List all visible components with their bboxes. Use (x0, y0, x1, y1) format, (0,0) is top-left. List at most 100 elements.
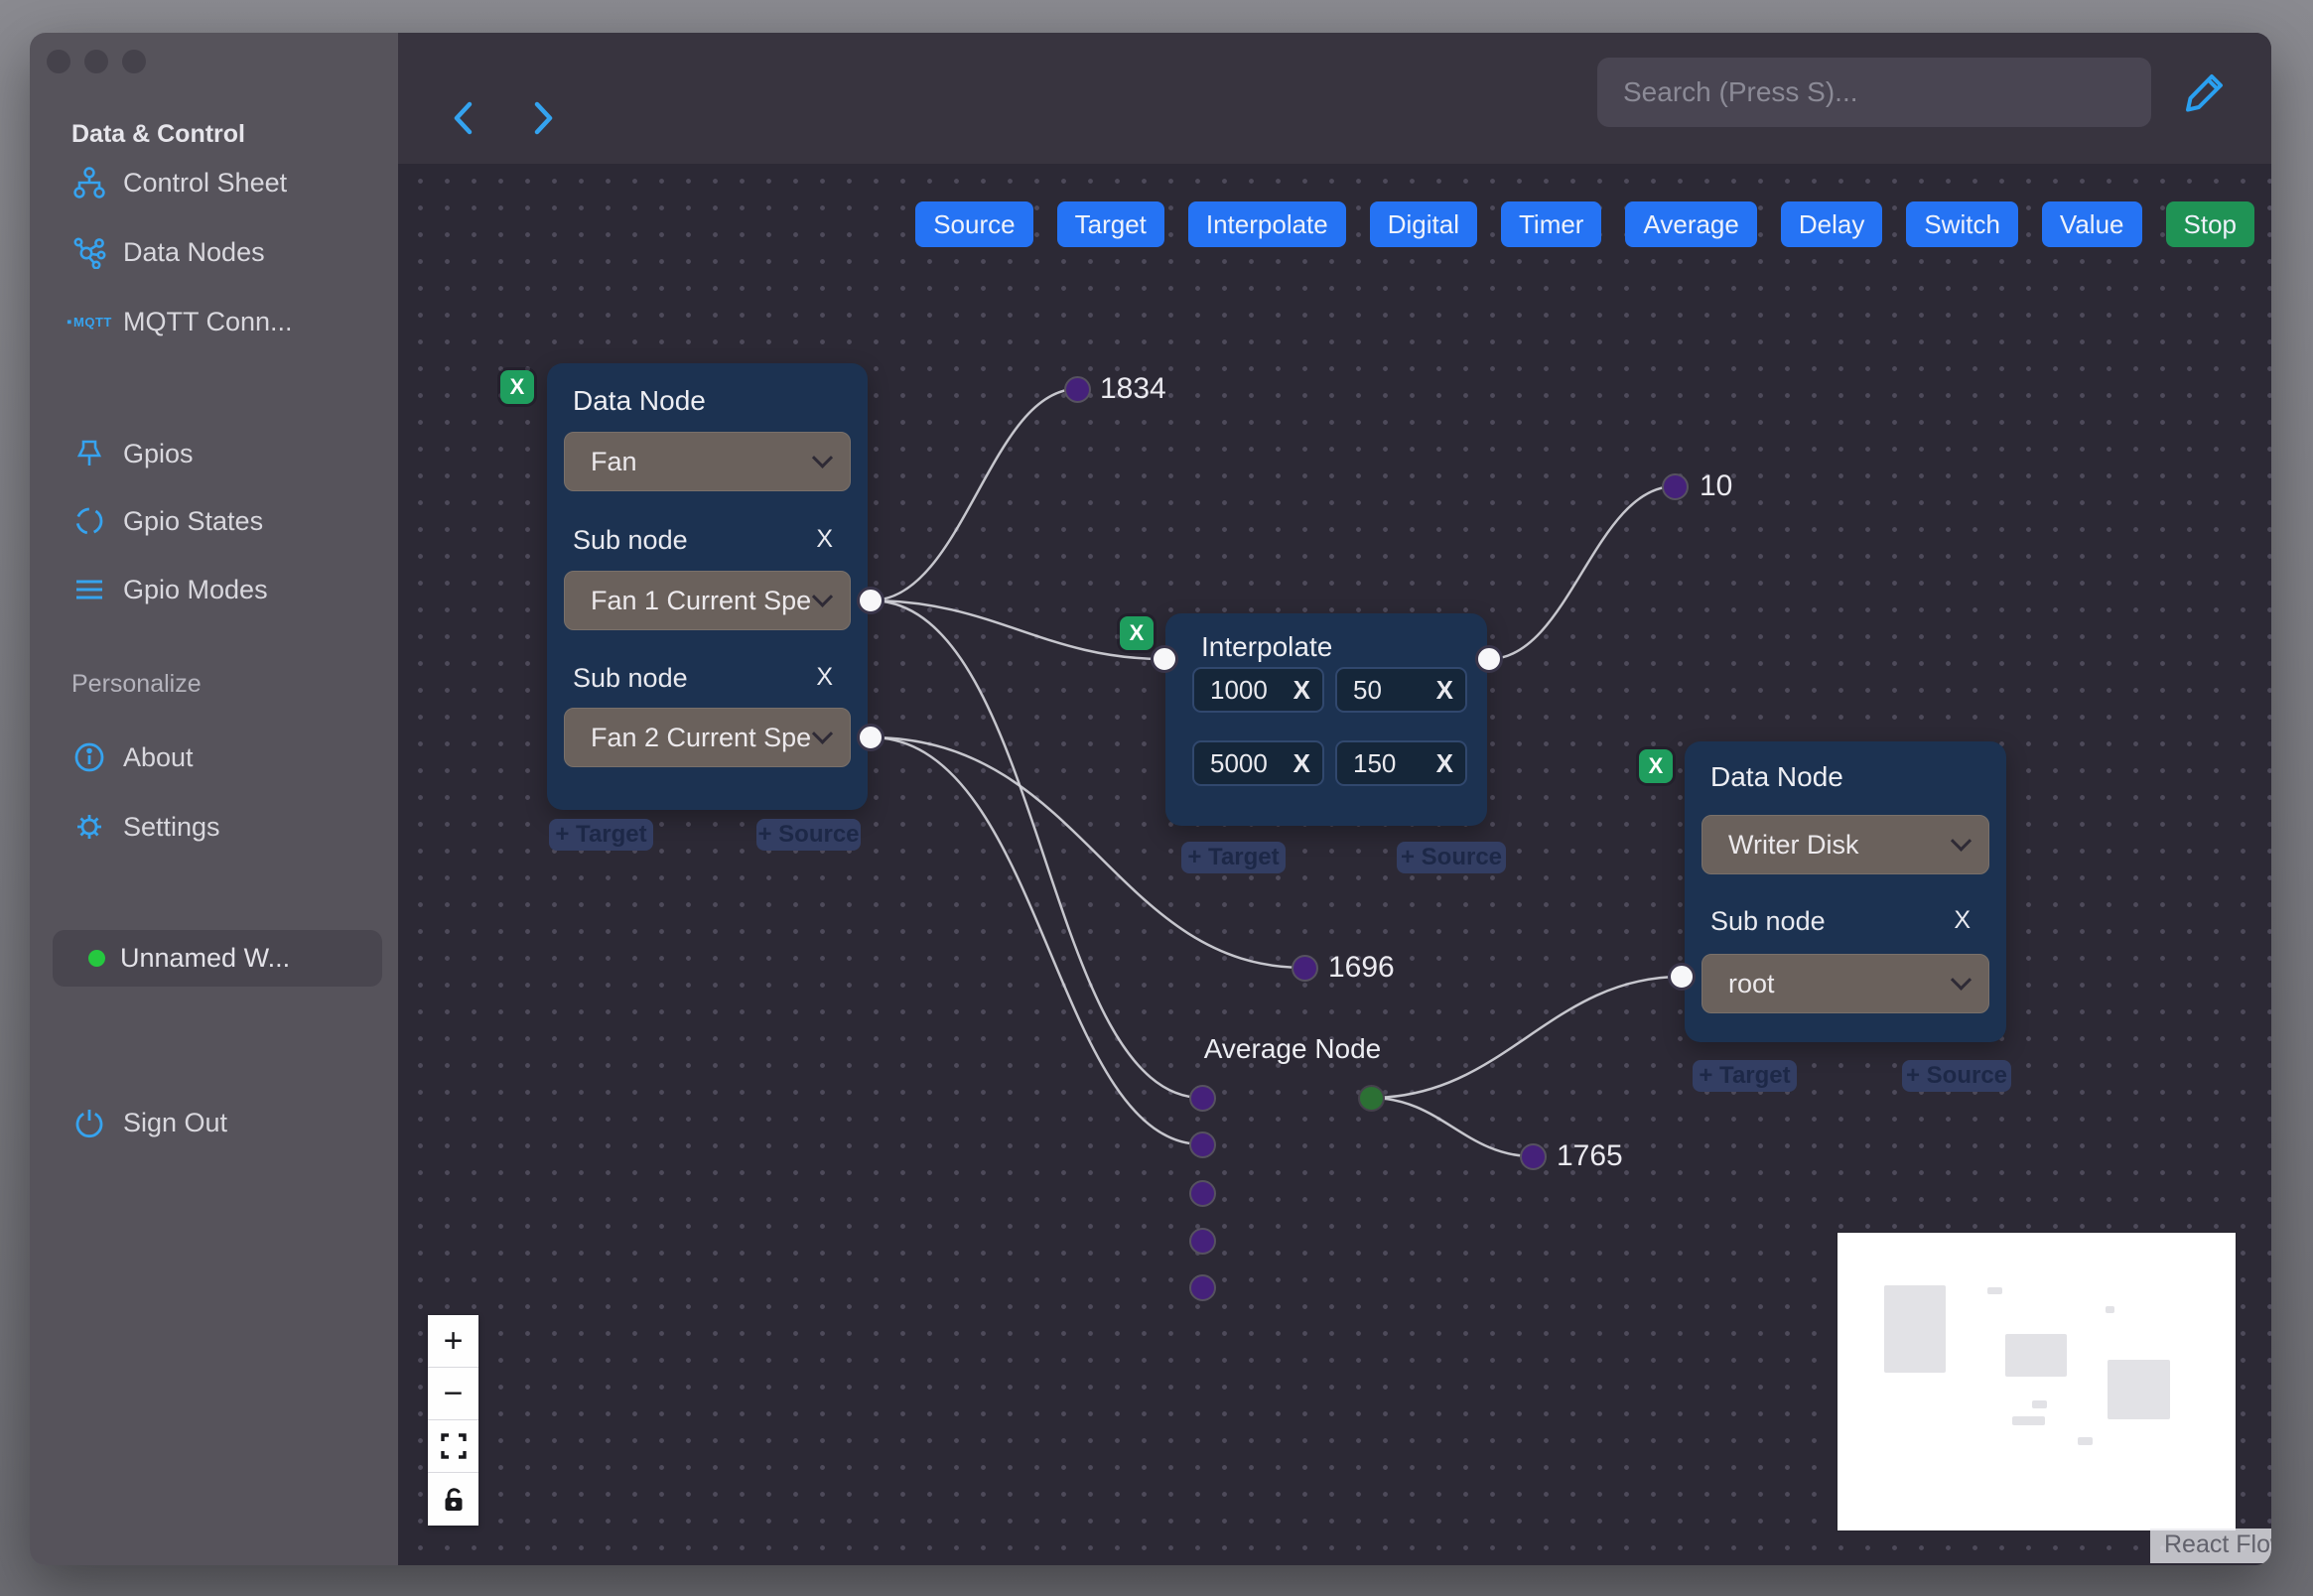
delete-node-button[interactable]: X (1120, 616, 1154, 650)
data-nodes-icon (71, 234, 107, 270)
fan-sub-node-1-select[interactable]: Fan 1 Current Spe (564, 571, 851, 630)
chevron-down-icon (1950, 969, 1973, 991)
chevron-down-icon (811, 586, 834, 607)
interpolate-field[interactable]: 1000 X (1192, 667, 1324, 713)
zoom-out-button[interactable]: − (428, 1368, 478, 1420)
remove-sub-node-button[interactable]: X (1954, 906, 1971, 937)
fan-sub-node-2-select[interactable]: Fan 2 Current Spe (564, 708, 851, 767)
interpolate-field[interactable]: 150 X (1335, 740, 1467, 786)
edge[interactable] (1370, 975, 1683, 1100)
remove-value-button[interactable]: X (1293, 675, 1310, 706)
edge[interactable] (1488, 484, 1676, 661)
sub-node-row: Sub node X (573, 663, 833, 694)
chevron-down-icon (811, 447, 834, 468)
target-handle[interactable] (1189, 1180, 1216, 1207)
zoom-in-button[interactable]: + (428, 1315, 478, 1368)
value-dot[interactable] (1292, 955, 1318, 982)
add-target-badge[interactable]: + Target (1181, 842, 1286, 873)
add-source-badge[interactable]: + Source (1902, 1060, 2011, 1092)
palette-button-source[interactable]: Source (915, 201, 1033, 247)
forward-button[interactable] (525, 96, 561, 140)
add-target-badge[interactable]: + Target (549, 819, 653, 851)
target-handle[interactable] (1189, 1085, 1216, 1112)
palette-button-digital[interactable]: Digital (1369, 201, 1477, 247)
palette-button-stop[interactable]: Stop (2165, 201, 2254, 247)
writer-type-select[interactable]: Writer Disk (1701, 815, 1989, 874)
flow-canvas[interactable]: Source Target Interpolate Digital Timer … (398, 164, 2271, 1565)
back-button[interactable] (446, 96, 481, 140)
target-handle[interactable] (1189, 1274, 1216, 1301)
sidebar-section-data-control: Data & Control (71, 120, 245, 148)
source-handle[interactable] (857, 587, 884, 614)
sidebar-item-settings[interactable]: Settings (71, 805, 220, 849)
target-handle[interactable] (1189, 1228, 1216, 1255)
chevron-down-icon (811, 723, 834, 744)
remove-value-button[interactable]: X (1293, 748, 1310, 779)
palette-button-value[interactable]: Value (2041, 201, 2142, 247)
sidebar-section-personalize: Personalize (71, 670, 202, 698)
interpolate-field[interactable]: 5000 X (1192, 740, 1324, 786)
edge[interactable] (1370, 1096, 1534, 1158)
edge[interactable] (870, 387, 1078, 602)
sidebar-item-gpios[interactable]: Gpios (71, 432, 194, 475)
delete-node-button[interactable]: X (500, 370, 534, 404)
sidebar-item-gpio-states[interactable]: Gpio States (71, 499, 263, 543)
add-source-badge[interactable]: + Source (1397, 842, 1506, 873)
interpolate-field[interactable]: 50 X (1335, 667, 1467, 713)
control-sheet-icon (71, 165, 107, 200)
search-input[interactable] (1597, 58, 2151, 127)
source-handle[interactable] (857, 724, 884, 751)
sidebar-item-label: About (123, 741, 194, 772)
edge-value-label: 10 (1700, 469, 1733, 502)
sidebar-item-workspace[interactable]: Unnamed W... (53, 930, 382, 987)
target-handle[interactable] (1151, 645, 1178, 673)
edge[interactable] (870, 598, 1203, 1100)
sidebar-item-gpio-modes[interactable]: Gpio Modes (71, 568, 268, 611)
remove-sub-node-button[interactable]: X (816, 525, 833, 556)
target-handle[interactable] (1668, 963, 1696, 991)
value-dot[interactable] (1662, 473, 1689, 500)
window-close-button[interactable] (47, 50, 70, 73)
sidebar-item-label: Control Sheet (123, 167, 288, 198)
data-node-writer-disk[interactable]: Data Node Writer Disk Sub node X root (1685, 741, 2006, 1042)
add-target-badge[interactable]: + Target (1693, 1060, 1797, 1092)
value-dot[interactable] (1520, 1143, 1547, 1170)
source-handle[interactable] (1358, 1085, 1385, 1112)
sidebar-item-label: Gpio Modes (123, 574, 268, 604)
sidebar-item-data-nodes[interactable]: Data Nodes (71, 230, 265, 274)
palette-button-switch[interactable]: Switch (1906, 201, 2018, 247)
target-handle[interactable] (1189, 1131, 1216, 1158)
add-source-badge[interactable]: + Source (756, 819, 861, 851)
minimap-node (2078, 1437, 2093, 1445)
palette-button-interpolate[interactable]: Interpolate (1187, 201, 1346, 247)
palette-button-timer[interactable]: Timer (1501, 201, 1602, 247)
minimap[interactable] (1837, 1232, 2237, 1531)
sidebar-item-about[interactable]: About (71, 735, 194, 779)
lock-button[interactable] (428, 1473, 478, 1526)
data-node-fan[interactable]: Data Node Fan Sub node X Fan 1 Current S… (547, 363, 868, 810)
palette-button-delay[interactable]: Delay (1780, 201, 1883, 247)
minimap-node (2106, 1306, 2114, 1313)
fan-type-select[interactable]: Fan (564, 432, 851, 491)
palette-button-target[interactable]: Target (1056, 201, 1164, 247)
sidebar-item-control-sheet[interactable]: Control Sheet (71, 161, 287, 204)
source-handle[interactable] (1475, 645, 1503, 673)
average-node-title: Average Node (1203, 1033, 1382, 1064)
interpolate-node[interactable]: Interpolate 1000 X 50 X 5000 X 150 X (1165, 613, 1487, 826)
value-dot[interactable] (1064, 376, 1091, 403)
window-maximize-button[interactable] (122, 50, 146, 73)
writer-sub-node-select[interactable]: root (1701, 954, 1989, 1013)
react-flow-attribution[interactable]: React Flow (2150, 1529, 2271, 1563)
remove-value-button[interactable]: X (1436, 748, 1453, 779)
sub-node-row: Sub node X (573, 525, 833, 556)
fit-view-button[interactable] (428, 1420, 478, 1473)
edit-pencil-icon[interactable] (2181, 66, 2231, 116)
canvas-controls: + − (428, 1315, 478, 1526)
window-minimize-button[interactable] (84, 50, 108, 73)
remove-value-button[interactable]: X (1436, 675, 1453, 706)
sidebar-item-mqtt-conn[interactable]: MQTT MQTT Conn... (71, 300, 293, 343)
delete-node-button[interactable]: X (1639, 749, 1673, 783)
palette-button-average[interactable]: Average (1625, 201, 1757, 247)
sidebar-item-sign-out[interactable]: Sign Out (71, 1101, 227, 1144)
remove-sub-node-button[interactable]: X (816, 663, 833, 694)
